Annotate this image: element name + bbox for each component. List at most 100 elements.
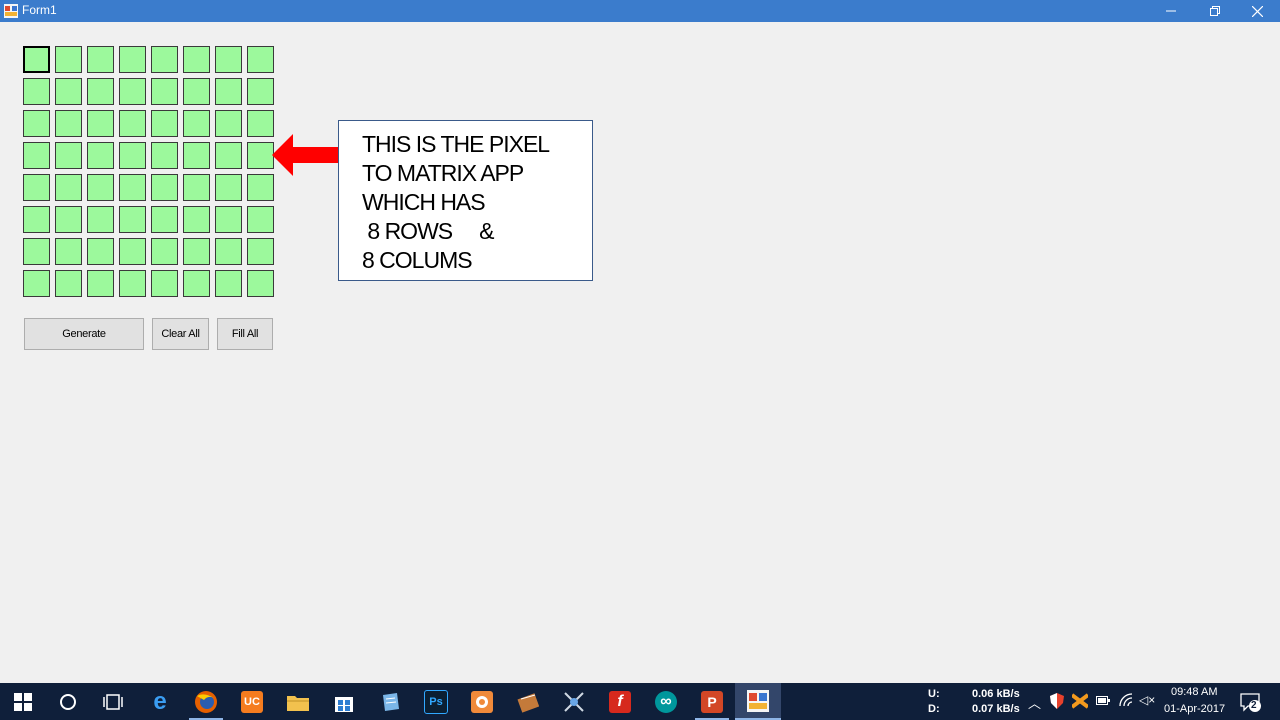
- matrix-cell-r6-c6[interactable]: [215, 238, 242, 265]
- generate-button[interactable]: Generate: [24, 318, 144, 350]
- matrix-cell-r0-c5[interactable]: [183, 46, 210, 73]
- taskbar-photoshop[interactable]: Ps: [413, 683, 459, 720]
- wifi-icon[interactable]: [1118, 693, 1134, 707]
- action-center-button[interactable]: 2: [1240, 691, 1262, 713]
- taskbar-firefox[interactable]: [183, 683, 229, 720]
- matrix-cell-r1-c4[interactable]: [151, 78, 178, 105]
- matrix-cell-r0-c1[interactable]: [55, 46, 82, 73]
- battery-icon[interactable]: [1096, 696, 1110, 705]
- matrix-cell-r2-c5[interactable]: [183, 110, 210, 137]
- matrix-cell-r3-c3[interactable]: [119, 142, 146, 169]
- matrix-cell-r0-c3[interactable]: [119, 46, 146, 73]
- matrix-cell-r1-c5[interactable]: [183, 78, 210, 105]
- matrix-cell-r1-c6[interactable]: [215, 78, 242, 105]
- matrix-cell-r2-c1[interactable]: [55, 110, 82, 137]
- matrix-cell-r3-c6[interactable]: [215, 142, 242, 169]
- taskbar-network-app[interactable]: [551, 683, 597, 720]
- clock-time[interactable]: 09:48 AM: [1171, 686, 1217, 698]
- matrix-cell-r1-c1[interactable]: [55, 78, 82, 105]
- matrix-cell-r3-c5[interactable]: [183, 142, 210, 169]
- matrix-cell-r1-c7[interactable]: [247, 78, 274, 105]
- matrix-cell-r6-c4[interactable]: [151, 238, 178, 265]
- matrix-cell-r7-c6[interactable]: [215, 270, 242, 297]
- cortana-button[interactable]: [45, 683, 91, 720]
- taskbar-orange-app[interactable]: [459, 683, 505, 720]
- close-button[interactable]: [1234, 0, 1280, 22]
- matrix-cell-r4-c5[interactable]: [183, 174, 210, 201]
- matrix-cell-r0-c2[interactable]: [87, 46, 114, 73]
- start-button[interactable]: [0, 683, 46, 720]
- matrix-cell-r7-c4[interactable]: [151, 270, 178, 297]
- matrix-cell-r7-c2[interactable]: [87, 270, 114, 297]
- clear-all-button[interactable]: Clear All: [152, 318, 209, 350]
- matrix-cell-r7-c7[interactable]: [247, 270, 274, 297]
- matrix-cell-r1-c2[interactable]: [87, 78, 114, 105]
- matrix-cell-r4-c0[interactable]: [23, 174, 50, 201]
- antivirus-icon[interactable]: [1072, 693, 1088, 709]
- matrix-cell-r7-c1[interactable]: [55, 270, 82, 297]
- matrix-cell-r5-c4[interactable]: [151, 206, 178, 233]
- clock-date[interactable]: 01-Apr-2017: [1164, 703, 1225, 715]
- taskbar-form-app[interactable]: [735, 683, 781, 720]
- matrix-cell-r5-c7[interactable]: [247, 206, 274, 233]
- matrix-cell-r4-c6[interactable]: [215, 174, 242, 201]
- matrix-cell-r0-c7[interactable]: [247, 46, 274, 73]
- matrix-cell-r3-c4[interactable]: [151, 142, 178, 169]
- matrix-cell-r1-c3[interactable]: [119, 78, 146, 105]
- matrix-cell-r3-c7[interactable]: [247, 142, 274, 169]
- matrix-cell-r6-c0[interactable]: [23, 238, 50, 265]
- matrix-cell-r0-c6[interactable]: [215, 46, 242, 73]
- matrix-cell-r3-c1[interactable]: [55, 142, 82, 169]
- taskbar-powerpoint[interactable]: P: [689, 683, 735, 720]
- taskbar-edge[interactable]: e: [137, 683, 183, 720]
- taskbar-notepad[interactable]: [367, 683, 413, 720]
- minimize-button[interactable]: [1148, 0, 1194, 22]
- fill-all-button[interactable]: Fill All: [217, 318, 273, 350]
- pixel-matrix-grid: [23, 46, 275, 298]
- matrix-cell-r5-c1[interactable]: [55, 206, 82, 233]
- matrix-cell-r2-c3[interactable]: [119, 110, 146, 137]
- shield-icon[interactable]: [1050, 693, 1064, 709]
- matrix-cell-r3-c2[interactable]: [87, 142, 114, 169]
- matrix-cell-r6-c7[interactable]: [247, 238, 274, 265]
- matrix-cell-r5-c5[interactable]: [183, 206, 210, 233]
- task-view-button[interactable]: [90, 683, 136, 720]
- taskbar-flash[interactable]: f: [597, 683, 643, 720]
- taskbar-store[interactable]: [321, 683, 367, 720]
- volume-muted-icon[interactable]: ◁×: [1139, 693, 1155, 707]
- taskbar-uc-browser[interactable]: UC: [229, 683, 275, 720]
- taskbar-file-explorer[interactable]: [275, 683, 321, 720]
- matrix-cell-r3-c0[interactable]: [23, 142, 50, 169]
- taskbar-arduino[interactable]: ∞: [643, 683, 689, 720]
- matrix-cell-r2-c6[interactable]: [215, 110, 242, 137]
- matrix-cell-r6-c3[interactable]: [119, 238, 146, 265]
- matrix-cell-r6-c2[interactable]: [87, 238, 114, 265]
- matrix-cell-r5-c3[interactable]: [119, 206, 146, 233]
- matrix-cell-r0-c0[interactable]: [23, 46, 50, 73]
- matrix-cell-r2-c2[interactable]: [87, 110, 114, 137]
- matrix-cell-r4-c4[interactable]: [151, 174, 178, 201]
- matrix-cell-r6-c5[interactable]: [183, 238, 210, 265]
- task-view-icon: [103, 693, 123, 710]
- matrix-cell-r5-c0[interactable]: [23, 206, 50, 233]
- taskbar-media-app[interactable]: [505, 683, 551, 720]
- matrix-cell-r0-c4[interactable]: [151, 46, 178, 73]
- matrix-cell-r2-c4[interactable]: [151, 110, 178, 137]
- chevron-up-icon[interactable]: ︿: [1028, 693, 1041, 712]
- matrix-cell-r4-c7[interactable]: [247, 174, 274, 201]
- matrix-cell-r2-c0[interactable]: [23, 110, 50, 137]
- matrix-cell-r4-c2[interactable]: [87, 174, 114, 201]
- matrix-cell-r4-c3[interactable]: [119, 174, 146, 201]
- restore-icon: [1210, 6, 1220, 16]
- matrix-cell-r1-c0[interactable]: [23, 78, 50, 105]
- matrix-cell-r7-c5[interactable]: [183, 270, 210, 297]
- matrix-cell-r7-c3[interactable]: [119, 270, 146, 297]
- matrix-cell-r5-c6[interactable]: [215, 206, 242, 233]
- matrix-cell-r4-c1[interactable]: [55, 174, 82, 201]
- matrix-cell-r6-c1[interactable]: [55, 238, 82, 265]
- matrix-cell-r2-c7[interactable]: [247, 110, 274, 137]
- notification-count: 2: [1251, 700, 1257, 711]
- restore-button[interactable]: [1192, 0, 1238, 22]
- matrix-cell-r7-c0[interactable]: [23, 270, 50, 297]
- matrix-cell-r5-c2[interactable]: [87, 206, 114, 233]
